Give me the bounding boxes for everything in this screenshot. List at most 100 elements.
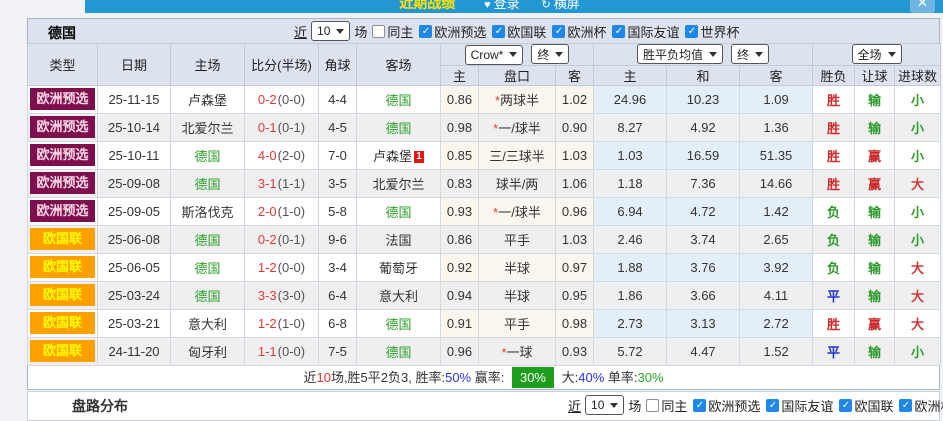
handicap-outcome: 输 xyxy=(854,224,896,254)
col-away: 客场 xyxy=(356,43,441,86)
match-date: 25-09-05 xyxy=(97,196,171,226)
competition-filter-label[interactable]: 欧洲预选 xyxy=(708,396,760,415)
match-count-select[interactable]: 10 xyxy=(585,395,625,415)
odds-home: 0.91 xyxy=(440,308,479,338)
home-team: 卢森堡 xyxy=(170,84,245,114)
handicap: 半球 xyxy=(478,252,556,282)
corners: 3-4 xyxy=(318,252,357,282)
landscape-label[interactable]: 横屏 xyxy=(554,0,580,11)
avg-draw: 3.13 xyxy=(666,308,741,338)
odds-home: 0.96 xyxy=(440,336,479,366)
col-home: 主场 xyxy=(170,43,245,86)
outcome: 负 xyxy=(812,224,856,254)
recent-link[interactable]: 近 xyxy=(568,396,581,415)
odds-home: 0.86 xyxy=(440,84,479,114)
outcome: 负 xyxy=(812,252,856,282)
login-link[interactable]: ♥ 登录 xyxy=(484,0,520,11)
handicap-outcome: 输 xyxy=(854,252,896,282)
outcome: 胜 xyxy=(812,140,856,170)
avg-home: 2.73 xyxy=(593,308,668,338)
same-home-label[interactable]: 同主 xyxy=(387,22,413,41)
match-row: 欧国联 25-03-21 意大利 1-2(1-0) 6-8 德国 0.91 平手 0.98 2.7… xyxy=(27,308,942,338)
outcome: 胜 xyxy=(812,308,856,338)
home-team: 德国 xyxy=(170,224,245,254)
summary-segment: 50% xyxy=(445,369,472,385)
handicap: 球半/两 xyxy=(478,168,556,198)
summary-segment: 30% xyxy=(511,366,554,388)
score: 1-2(1-0) xyxy=(244,308,319,338)
competition-badge: 欧洲预选 xyxy=(27,112,98,142)
odds-state-value: 终 xyxy=(537,47,550,62)
same-home-checkbox[interactable] xyxy=(372,24,386,38)
score: 3-3(3-0) xyxy=(244,280,319,310)
same-home-label[interactable]: 同主 xyxy=(661,396,687,415)
match-row: 欧国联 25-03-24 德国 3-3(3-0) 6-4 意大利 0.94 半球 0.95 1.8… xyxy=(27,280,942,310)
competition-checkbox[interactable]: ✓ xyxy=(419,24,433,38)
odds-home: 0.92 xyxy=(440,252,479,282)
avg-state-select[interactable]: 终 xyxy=(731,44,770,65)
chevron-down-icon xyxy=(610,402,619,408)
competition-filter-label[interactable]: 欧洲杯 xyxy=(914,396,943,415)
odds-home: 0.98 xyxy=(440,112,479,142)
competition-filter-label[interactable]: 国际友谊 xyxy=(781,396,833,415)
odds-away: 0.98 xyxy=(554,308,595,338)
chevron-down-icon xyxy=(555,51,564,57)
score: 3-1(1-1) xyxy=(244,168,319,198)
col-score: 比分(半场) xyxy=(244,43,319,86)
login-label[interactable]: 登录 xyxy=(494,0,520,11)
competition-checkbox[interactable]: ✓ xyxy=(839,398,853,412)
odds-home: 0.94 xyxy=(440,280,479,310)
competition-filter-label[interactable]: 欧洲杯 xyxy=(567,22,606,41)
competition-checkbox[interactable]: ✓ xyxy=(766,398,780,412)
avg-home: 6.94 xyxy=(593,196,668,226)
competition-filter-label[interactable]: 欧国联 xyxy=(854,396,893,415)
scope-select[interactable]: 全场 xyxy=(851,44,902,65)
odds-away: 0.96 xyxy=(554,196,595,226)
landscape-link[interactable]: ↻ 横屏 xyxy=(542,0,580,11)
competition-checkbox[interactable]: ✓ xyxy=(899,398,913,412)
home-team: 匈牙利 xyxy=(170,336,245,366)
score: 1-2(0-0) xyxy=(244,252,319,282)
outcome: 胜 xyxy=(812,84,856,114)
same-home-checkbox[interactable] xyxy=(646,398,660,412)
competition-checkbox[interactable]: ✓ xyxy=(612,24,626,38)
avg-select[interactable]: 胜平负均值 xyxy=(637,44,724,65)
match-count-select[interactable]: 10 xyxy=(311,21,351,41)
competition-filter-label[interactable]: 国际友谊 xyxy=(627,22,679,41)
competition-checkbox[interactable]: ✓ xyxy=(693,398,707,412)
corners: 4-5 xyxy=(318,112,357,142)
competition-filter-label[interactable]: 欧国联 xyxy=(507,22,546,41)
close-button[interactable]: ✕ xyxy=(910,0,935,13)
avg-draw: 10.23 xyxy=(666,84,741,114)
odds-state-select[interactable]: 终 xyxy=(531,44,570,64)
recent-results-panel: 德国 近 10 场 同主 ✓ 欧洲预选 ✓ 欧国联 ✓ 欧洲杯 ✓ 国际友谊 ✓ 世界杯 类型 日… xyxy=(27,18,942,390)
outcome: 胜 xyxy=(812,112,856,142)
avg-draw: 3.66 xyxy=(666,280,741,310)
outcome: 胜 xyxy=(812,168,856,198)
avg-away: 3.92 xyxy=(739,252,814,282)
col-goals-outcome: 进球数 xyxy=(894,64,942,86)
odds-away: 0.95 xyxy=(554,280,595,310)
competition-filters: ✓欧洲预选✓国际友谊✓欧国联✓欧洲杯 xyxy=(688,396,943,415)
handicap: 半球 xyxy=(478,280,556,310)
recent-link[interactable]: 近 xyxy=(294,22,307,41)
avg-home: 1.18 xyxy=(593,168,668,198)
avg-away: 2.65 xyxy=(739,224,814,254)
col-corners: 角球 xyxy=(318,43,357,86)
avg-home: 8.27 xyxy=(593,112,668,142)
match-row: 欧洲预选 25-11-15 卢森堡 0-2(0-0) 4-4 德国 0.86 *两球半 1.02… xyxy=(27,84,942,114)
handicap: *一球 xyxy=(478,336,556,366)
col-avg-away: 客 xyxy=(739,64,814,86)
filter-bar: 德国 近 10 场 同主 ✓ 欧洲预选 ✓ 欧国联 ✓ 欧洲杯 ✓ 国际友谊 ✓ 世界杯 xyxy=(27,18,940,43)
avg-select-group: 胜平负均值 终 xyxy=(593,43,814,66)
competition-filter-label[interactable]: 世界杯 xyxy=(700,22,739,41)
competition-checkbox[interactable]: ✓ xyxy=(685,24,699,38)
odds-select-group: Crow* 终 xyxy=(439,43,595,66)
avg-draw: 4.72 xyxy=(666,196,741,226)
competition-checkbox[interactable]: ✓ xyxy=(552,24,566,38)
competition-filter-label[interactable]: 欧洲预选 xyxy=(434,22,486,41)
odds-source-select[interactable]: Crow* xyxy=(464,44,524,65)
match-date: 25-06-05 xyxy=(97,252,171,282)
odds-away: 1.06 xyxy=(554,168,595,198)
competition-checkbox[interactable]: ✓ xyxy=(492,24,506,38)
